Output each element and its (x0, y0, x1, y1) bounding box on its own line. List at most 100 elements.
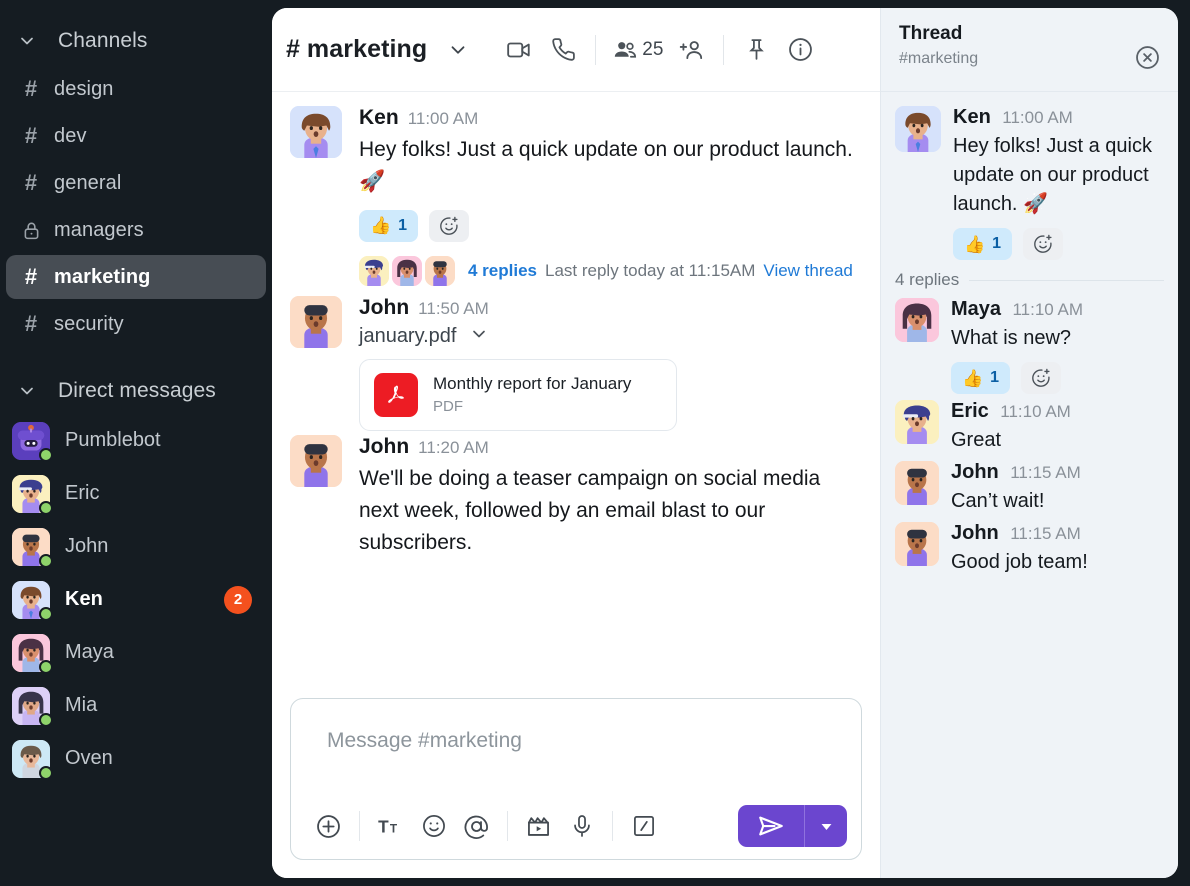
microphone-icon[interactable] (560, 805, 603, 848)
message-time: 11:20 AM (418, 437, 489, 457)
divider (507, 811, 508, 841)
reaction-pill[interactable]: 👍 1 (951, 362, 1011, 394)
lock-icon (16, 220, 46, 241)
members-icon[interactable] (606, 28, 640, 72)
avatar-image (290, 106, 342, 158)
thread-replies-link[interactable]: 4 replies (468, 261, 537, 281)
sidebar-item-marketing[interactable]: # marketing (6, 255, 266, 299)
thread-message-time: 11:15 AM (1010, 524, 1081, 543)
reactions: 👍 1 (953, 228, 1164, 260)
online-status-dot (39, 712, 53, 727)
thread-summary[interactable]: 4 replies Last reply today at 11:15AM Vi… (359, 255, 862, 286)
thread-last-reply: Last reply today at 11:15AM (545, 260, 756, 280)
phone-icon[interactable] (541, 28, 585, 72)
thumbs-up-icon: 👍 (964, 234, 986, 254)
video-camera-icon[interactable] (497, 28, 541, 72)
view-thread-link[interactable]: View thread (763, 261, 852, 281)
send-button[interactable] (738, 805, 804, 847)
dm-item-eric[interactable]: Eric (0, 467, 266, 520)
message-text: Hey folks! Just a quick update on our pr… (359, 138, 853, 193)
sidebar-item-managers[interactable]: managers (6, 208, 266, 252)
sidebar-item-design[interactable]: # design (6, 67, 266, 111)
message-composer[interactable]: Message #marketing TT (290, 698, 862, 860)
svg-text:T: T (389, 821, 397, 835)
thread-message: Maya 11:10 AM What is new? 👍 1 (895, 298, 1164, 394)
message: John 11:20 AM We'll be doing a teaser ca… (290, 434, 862, 559)
avatar (895, 400, 939, 444)
composer-toolbar: TT (291, 793, 861, 859)
sidebar-item-dev[interactable]: # dev (6, 114, 266, 158)
message-body: John 11:50 AM january.pdf Monthly report… (359, 296, 862, 431)
file-title: Monthly report for January (433, 374, 632, 394)
avatar-image (290, 434, 342, 487)
channel-pane: # marketing 25 Ken 11:00 AM Hey folks! J… (272, 8, 880, 878)
thread-message-text: Good job team! (951, 551, 1088, 573)
pin-icon[interactable] (734, 28, 778, 72)
file-kind: PDF (433, 398, 463, 416)
message: Ken 11:00 AM Hey folks! Just a quick upd… (290, 106, 862, 292)
message-header: Ken 11:00 AM (359, 106, 862, 130)
text-format-icon[interactable]: TT (369, 805, 412, 848)
chevron-down-icon (16, 381, 38, 401)
mention-icon[interactable] (455, 805, 498, 848)
sidebar-item-security[interactable]: # security (6, 302, 266, 346)
avatar-image (895, 106, 941, 152)
chevron-down-icon[interactable] (447, 39, 469, 61)
sidebar-section-dms[interactable]: Direct messages (0, 368, 272, 414)
dm-item-john[interactable]: John (0, 520, 266, 573)
reaction-pill[interactable]: 👍 1 (359, 209, 419, 242)
sidebar-section-channels[interactable]: Channels (0, 18, 272, 64)
online-status-dot (39, 765, 53, 780)
online-status-dot (39, 500, 53, 515)
thread-message-text: Great (951, 429, 1002, 451)
video-clip-icon[interactable] (517, 805, 560, 848)
thread-subtitle: #marketing (899, 50, 979, 67)
reactions: 👍 1 (951, 362, 1164, 394)
file-attachment-card[interactable]: Monthly report for January PDF (359, 358, 677, 431)
chevron-down-icon[interactable] (469, 324, 489, 350)
thread-replies-divider: 4 replies (895, 270, 1164, 290)
avatar (895, 298, 939, 342)
thread-message-header: Eric 11:10 AM (951, 400, 1164, 423)
message-author: Ken (359, 106, 399, 129)
add-reaction-icon[interactable] (1021, 362, 1062, 394)
add-reaction-icon[interactable] (429, 209, 470, 242)
channel-title[interactable]: # marketing (286, 35, 469, 64)
reaction-pill[interactable]: 👍 1 (953, 228, 1013, 260)
dm-item-pumblebot[interactable]: Pumblebot (0, 414, 266, 467)
avatar (12, 686, 53, 727)
dm-item-label: Oven (65, 747, 113, 769)
add-attachment-icon[interactable] (307, 805, 350, 848)
sidebar-item-general[interactable]: # general (6, 161, 266, 205)
channel-header: # marketing 25 (272, 8, 880, 92)
slash-command-icon[interactable] (622, 805, 665, 848)
emoji-icon[interactable] (412, 805, 455, 848)
dm-item-oven[interactable]: Oven (0, 732, 266, 785)
avatar-image (392, 255, 422, 286)
avatar (425, 255, 455, 286)
hash-icon: # (24, 264, 38, 289)
channel-name: marketing (306, 35, 428, 63)
add-reaction-icon[interactable] (1023, 228, 1064, 260)
dm-item-ken[interactable]: Ken 2 (0, 573, 266, 626)
avatar (895, 461, 939, 505)
info-icon[interactable] (778, 28, 822, 72)
thread-message-header: John 11:15 AM (951, 522, 1164, 545)
send-options-button[interactable] (805, 805, 847, 847)
close-icon[interactable] (1132, 42, 1162, 72)
hash-icon: # (24, 123, 38, 148)
dm-item-label: John (65, 535, 109, 557)
file-meta: Monthly report for January PDF (433, 374, 631, 415)
thread-message-author: Ken (953, 106, 991, 128)
message-input[interactable]: Message #marketing (291, 699, 861, 753)
dm-item-maya[interactable]: Maya (0, 626, 266, 679)
add-person-icon[interactable] (669, 28, 713, 72)
divider (723, 34, 725, 65)
thread-message-time: 11:10 AM (1012, 300, 1084, 319)
attachment-filename-row[interactable]: january.pdf (359, 324, 862, 350)
dm-item-mia[interactable]: Mia (0, 679, 266, 732)
message-list: Ken 11:00 AM Hey folks! Just a quick upd… (272, 92, 880, 559)
message-author: John (359, 295, 410, 319)
thumbs-up-icon: 👍 (962, 368, 984, 388)
thread-panel: Thread #marketing Ken 11:00 AM Hey folks… (880, 8, 1178, 878)
